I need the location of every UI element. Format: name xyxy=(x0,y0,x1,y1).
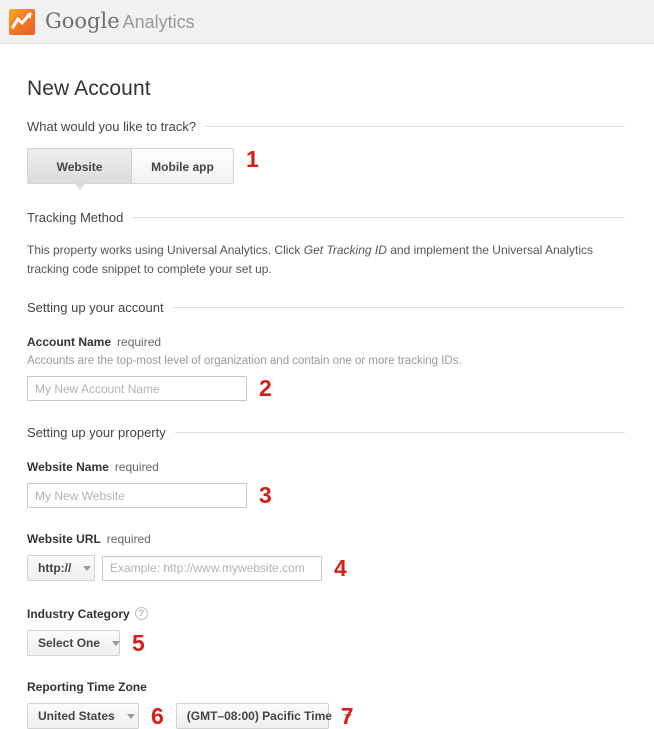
tab-mobile-app-label: Mobile app xyxy=(151,160,214,174)
protocol-select[interactable]: http:// xyxy=(27,555,95,581)
tab-mobile-app[interactable]: Mobile app xyxy=(132,148,234,184)
selected-tab-caret-icon xyxy=(73,183,86,190)
account-name-label-text: Account Name xyxy=(27,335,112,349)
annotation-marker-1: 1 xyxy=(246,146,259,172)
track-type-tab-row: Website Mobile app 1 xyxy=(27,146,654,190)
section-heading-account: Setting up your account xyxy=(27,300,625,315)
account-name-help-text: Accounts are the top-most level of organ… xyxy=(27,355,462,367)
timezone-value: (GMT–08:00) Pacific Time xyxy=(186,709,332,723)
app-header: Google Analytics xyxy=(0,0,654,44)
annotation-marker-3: 3 xyxy=(259,482,272,508)
industry-category-value: Select One xyxy=(38,636,101,650)
annotation-marker-2: 2 xyxy=(259,375,272,401)
timezone-country-value: United States xyxy=(38,709,115,723)
section-heading-property: Setting up your property xyxy=(27,425,625,440)
page-body: New Account What would you like to track… xyxy=(0,77,654,729)
website-name-input[interactable] xyxy=(27,483,247,508)
website-name-required-text: required xyxy=(114,460,159,474)
timezone-country-select[interactable]: United States xyxy=(27,703,139,729)
website-name-input-row: 3 xyxy=(27,483,654,508)
section-heading-property-label: Setting up your property xyxy=(27,425,166,440)
tracking-method-description: This property works using Universal Anal… xyxy=(27,241,627,279)
website-name-label: Website Name required xyxy=(27,460,654,474)
section-heading-track: What would you like to track? xyxy=(27,119,625,134)
brand-wordmark: Google Analytics xyxy=(45,11,195,32)
tracking-method-text-part1: This property works using Universal Anal… xyxy=(27,243,304,257)
section-divider xyxy=(174,432,625,433)
question-mark-help-icon[interactable]: ? xyxy=(134,607,148,620)
tab-website-label: Website xyxy=(56,160,103,174)
annotation-marker-5: 5 xyxy=(132,629,145,656)
page-title: New Account xyxy=(27,77,151,100)
annotation-marker-7: 7 xyxy=(340,702,354,729)
account-name-input-row: 2 xyxy=(27,376,654,401)
section-heading-tracking-method: Tracking Method xyxy=(27,210,625,225)
website-url-group: http:// xyxy=(27,555,322,581)
account-name-label: Account Name required xyxy=(27,335,654,349)
account-name-input[interactable] xyxy=(27,376,247,401)
website-url-required-text: required xyxy=(106,532,151,546)
chevron-down-icon xyxy=(83,565,92,571)
annotation-marker-6: 6 xyxy=(151,702,164,729)
annotation-marker-4: 4 xyxy=(334,554,347,581)
industry-category-select[interactable]: Select One xyxy=(27,630,121,656)
industry-category-label: Industry Category ? xyxy=(27,607,654,621)
section-divider xyxy=(172,307,625,308)
section-divider xyxy=(132,217,625,218)
chevron-down-icon xyxy=(126,713,135,719)
reporting-time-zone-row: United States 6 (GMT–08:00) Pacific Time… xyxy=(27,703,654,729)
section-heading-account-label: Setting up your account xyxy=(27,300,164,315)
section-divider xyxy=(205,126,625,127)
chevron-down-icon xyxy=(112,640,121,646)
industry-category-label-text: Industry Category xyxy=(27,607,130,621)
website-url-label: Website URL required xyxy=(27,532,654,546)
brand-analytics-text: Analytics xyxy=(122,12,195,32)
tab-website[interactable]: Website xyxy=(27,148,132,190)
industry-category-label-inline: Industry Category ? xyxy=(27,607,148,621)
website-url-input-row: http:// 4 xyxy=(27,555,654,581)
brand-google-text: Google xyxy=(45,9,120,33)
industry-category-row: Select One 5 xyxy=(27,630,654,656)
website-url-label-text: Website URL xyxy=(27,532,101,546)
reporting-time-zone-label: Reporting Time Zone xyxy=(27,680,147,694)
section-heading-tracking-method-label: Tracking Method xyxy=(27,210,124,225)
account-name-required-text: required xyxy=(117,335,162,349)
track-type-tabs: Website Mobile app xyxy=(27,148,234,190)
section-heading-track-label: What would you like to track? xyxy=(27,119,197,134)
website-url-input[interactable] xyxy=(102,555,322,581)
google-analytics-logo-icon xyxy=(9,8,35,35)
website-name-label-text: Website Name xyxy=(27,460,109,474)
get-tracking-id-emphasis: Get Tracking ID xyxy=(303,243,387,257)
protocol-select-value: http:// xyxy=(38,561,72,575)
timezone-select[interactable]: (GMT–08:00) Pacific Time xyxy=(175,703,352,729)
